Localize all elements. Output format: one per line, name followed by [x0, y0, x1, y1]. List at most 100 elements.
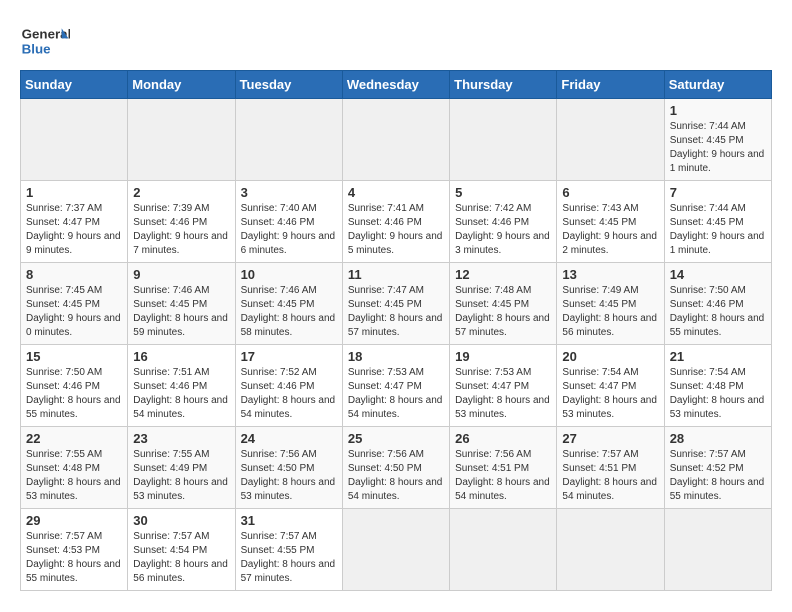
calendar-cell: 13 Sunrise: 7:49 AMSunset: 4:45 PMDayligh…	[557, 263, 664, 345]
day-number: 1	[26, 185, 122, 200]
day-number: 19	[455, 349, 551, 364]
day-number: 28	[670, 431, 766, 446]
day-info: Sunrise: 7:53 AMSunset: 4:47 PMDaylight:…	[455, 366, 551, 422]
day-number: 25	[348, 431, 444, 446]
calendar-cell: 1 Sunrise: 7:37 AMSunset: 4:47 PMDaylight…	[21, 181, 128, 263]
calendar-cell: 17 Sunrise: 7:52 AMSunset: 4:46 PMDayligh…	[235, 345, 342, 427]
day-info: Sunrise: 7:50 AMSunset: 4:46 PMDaylight:…	[26, 366, 122, 422]
logo-icon: General Blue	[20, 20, 70, 60]
calendar-week-3: 8 Sunrise: 7:45 AMSunset: 4:45 PMDaylight…	[21, 263, 772, 345]
calendar-cell	[557, 99, 664, 181]
calendar-week-4: 15Sunrise: 7:50 AMSunset: 4:46 PMDayligh…	[21, 345, 772, 427]
calendar-cell: 22 Sunrise: 7:55 AMSunset: 4:48 PMDayligh…	[21, 427, 128, 509]
calendar-week-2: 1 Sunrise: 7:37 AMSunset: 4:47 PMDaylight…	[21, 181, 772, 263]
day-info: Sunrise: 7:53 AMSunset: 4:47 PMDaylight:…	[348, 366, 444, 422]
calendar-cell: 3 Sunrise: 7:40 AMSunset: 4:46 PMDaylight…	[235, 181, 342, 263]
calendar-cell: 14Sunrise: 7:50 AMSunset: 4:46 PMDayligh…	[664, 263, 771, 345]
day-info: Sunrise: 7:56 AMSunset: 4:50 PMDaylight:…	[348, 448, 444, 504]
day-info: Sunrise: 7:42 AMSunset: 4:46 PMDaylight:…	[455, 202, 551, 258]
calendar-cell: 11 Sunrise: 7:47 AMSunset: 4:45 PMDayligh…	[342, 263, 449, 345]
days-header-row: SundayMondayTuesdayWednesdayThursdayFrid…	[21, 71, 772, 99]
day-number: 30	[133, 513, 229, 528]
day-info: Sunrise: 7:51 AMSunset: 4:46 PMDaylight:…	[133, 366, 229, 422]
calendar-cell: 2 Sunrise: 7:39 AMSunset: 4:46 PMDaylight…	[128, 181, 235, 263]
day-info: Sunrise: 7:40 AMSunset: 4:46 PMDaylight:…	[241, 202, 337, 258]
day-info: Sunrise: 7:54 AMSunset: 4:47 PMDaylight:…	[562, 366, 658, 422]
calendar-cell	[450, 99, 557, 181]
calendar-cell	[235, 99, 342, 181]
day-info: Sunrise: 7:54 AMSunset: 4:48 PMDaylight:…	[670, 366, 766, 422]
day-info: Sunrise: 7:47 AMSunset: 4:45 PMDaylight:…	[348, 284, 444, 340]
calendar-cell: 19 Sunrise: 7:53 AMSunset: 4:47 PMDayligh…	[450, 345, 557, 427]
calendar-cell	[557, 509, 664, 591]
calendar-cell: 6 Sunrise: 7:43 AMSunset: 4:45 PMDaylight…	[557, 181, 664, 263]
day-info: Sunrise: 7:45 AMSunset: 4:45 PMDaylight:…	[26, 284, 122, 340]
day-number: 6	[562, 185, 658, 200]
calendar-cell: 15Sunrise: 7:50 AMSunset: 4:46 PMDayligh…	[21, 345, 128, 427]
calendar-week-6: 29 Sunrise: 7:57 AMSunset: 4:53 PMDayligh…	[21, 509, 772, 591]
day-number: 29	[26, 513, 122, 528]
svg-text:Blue: Blue	[22, 41, 51, 56]
day-number: 9	[133, 267, 229, 282]
calendar-cell	[342, 509, 449, 591]
day-number: 1	[670, 103, 766, 118]
calendar-cell: 26 Sunrise: 7:56 AMSunset: 4:51 PMDayligh…	[450, 427, 557, 509]
day-info: Sunrise: 7:37 AMSunset: 4:47 PMDaylight:…	[26, 202, 122, 258]
day-header-sunday: Sunday	[21, 71, 128, 99]
day-number: 11	[348, 267, 444, 282]
day-info: Sunrise: 7:57 AMSunset: 4:53 PMDaylight:…	[26, 530, 122, 586]
calendar-cell	[450, 509, 557, 591]
day-number: 12	[455, 267, 551, 282]
day-info: Sunrise: 7:52 AMSunset: 4:46 PMDaylight:…	[241, 366, 337, 422]
day-number: 2	[133, 185, 229, 200]
calendar-cell: 9Sunrise: 7:46 AMSunset: 4:45 PMDaylight…	[128, 263, 235, 345]
day-number: 13	[562, 267, 658, 282]
calendar-cell: 8 Sunrise: 7:45 AMSunset: 4:45 PMDaylight…	[21, 263, 128, 345]
day-info: Sunrise: 7:43 AMSunset: 4:45 PMDaylight:…	[562, 202, 658, 258]
day-header-saturday: Saturday	[664, 71, 771, 99]
day-number: 8	[26, 267, 122, 282]
day-info: Sunrise: 7:55 AMSunset: 4:48 PMDaylight:…	[26, 448, 122, 504]
day-info: Sunrise: 7:48 AMSunset: 4:45 PMDaylight:…	[455, 284, 551, 340]
logo: General Blue	[20, 20, 74, 60]
day-info: Sunrise: 7:39 AMSunset: 4:46 PMDaylight:…	[133, 202, 229, 258]
calendar-cell: 12 Sunrise: 7:48 AMSunset: 4:45 PMDayligh…	[450, 263, 557, 345]
day-header-thursday: Thursday	[450, 71, 557, 99]
day-number: 3	[241, 185, 337, 200]
day-info: Sunrise: 7:44 AMSunset: 4:45 PMDaylight:…	[670, 120, 766, 176]
calendar-table: SundayMondayTuesdayWednesdayThursdayFrid…	[20, 70, 772, 591]
day-info: Sunrise: 7:46 AMSunset: 4:45 PMDaylight:…	[241, 284, 337, 340]
day-number: 18	[348, 349, 444, 364]
calendar-cell: 20 Sunrise: 7:54 AMSunset: 4:47 PMDayligh…	[557, 345, 664, 427]
calendar-cell: 24 Sunrise: 7:56 AMSunset: 4:50 PMDayligh…	[235, 427, 342, 509]
day-number: 20	[562, 349, 658, 364]
day-info: Sunrise: 7:41 AMSunset: 4:46 PMDaylight:…	[348, 202, 444, 258]
day-info: Sunrise: 7:49 AMSunset: 4:45 PMDaylight:…	[562, 284, 658, 340]
calendar-cell: 5 Sunrise: 7:42 AMSunset: 4:46 PMDaylight…	[450, 181, 557, 263]
calendar-cell	[342, 99, 449, 181]
day-number: 27	[562, 431, 658, 446]
day-info: Sunrise: 7:44 AMSunset: 4:45 PMDaylight:…	[670, 202, 766, 258]
calendar-cell: 27 Sunrise: 7:57 AMSunset: 4:51 PMDayligh…	[557, 427, 664, 509]
day-number: 5	[455, 185, 551, 200]
calendar-cell: 28 Sunrise: 7:57 AMSunset: 4:52 PMDayligh…	[664, 427, 771, 509]
calendar-week-5: 22 Sunrise: 7:55 AMSunset: 4:48 PMDayligh…	[21, 427, 772, 509]
day-info: Sunrise: 7:56 AMSunset: 4:50 PMDaylight:…	[241, 448, 337, 504]
calendar-cell: 10Sunrise: 7:46 AMSunset: 4:45 PMDayligh…	[235, 263, 342, 345]
day-number: 16	[133, 349, 229, 364]
day-number: 21	[670, 349, 766, 364]
day-header-wednesday: Wednesday	[342, 71, 449, 99]
calendar-cell: 16 Sunrise: 7:51 AMSunset: 4:46 PMDayligh…	[128, 345, 235, 427]
day-info: Sunrise: 7:56 AMSunset: 4:51 PMDaylight:…	[455, 448, 551, 504]
calendar-cell: 21 Sunrise: 7:54 AMSunset: 4:48 PMDayligh…	[664, 345, 771, 427]
day-info: Sunrise: 7:57 AMSunset: 4:51 PMDaylight:…	[562, 448, 658, 504]
day-number: 24	[241, 431, 337, 446]
page-header: General Blue	[20, 20, 772, 60]
day-number: 17	[241, 349, 337, 364]
day-number: 22	[26, 431, 122, 446]
calendar-cell: 30Sunrise: 7:57 AMSunset: 4:54 PMDayligh…	[128, 509, 235, 591]
day-number: 26	[455, 431, 551, 446]
calendar-cell: 25 Sunrise: 7:56 AMSunset: 4:50 PMDayligh…	[342, 427, 449, 509]
day-number: 14	[670, 267, 766, 282]
day-info: Sunrise: 7:57 AMSunset: 4:52 PMDaylight:…	[670, 448, 766, 504]
